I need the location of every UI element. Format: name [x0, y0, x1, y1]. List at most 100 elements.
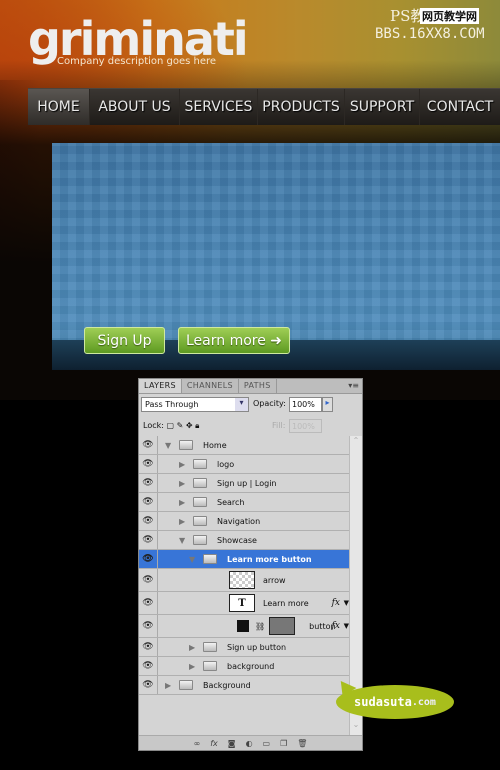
- blend-mode-select[interactable]: Pass Through ▾: [141, 397, 249, 412]
- folder-icon: [193, 478, 207, 488]
- lock-transparency-icon[interactable]: ▢: [166, 421, 174, 430]
- triangle-right-icon[interactable]: ▶: [189, 643, 199, 652]
- layer-row[interactable]: 👁︎ T Learn more fx ▼: [139, 592, 350, 615]
- layer-row[interactable]: 👁︎ ⛓ button fx ▼: [139, 615, 350, 638]
- new-group-icon[interactable]: ▭: [263, 739, 271, 748]
- lock-all-icon[interactable]: 🔒︎: [195, 421, 199, 430]
- lock-move-icon[interactable]: ✥: [186, 421, 193, 430]
- fx-icon[interactable]: fx: [210, 739, 218, 748]
- eye-icon[interactable]: 👁︎: [139, 455, 158, 473]
- nav-products[interactable]: PRODUCTS: [258, 89, 345, 125]
- badge-text: sudasuta: [354, 695, 412, 709]
- mask-icon[interactable]: ◙: [228, 739, 236, 748]
- lock-controls: Lock: ▢ ✎ ✥ 🔒︎: [143, 421, 199, 431]
- folder-icon: [203, 661, 217, 671]
- lock-label: Lock:: [143, 421, 164, 430]
- layer-row[interactable]: 👁︎ arrow: [139, 569, 350, 592]
- link-icon[interactable]: ∞: [194, 739, 201, 748]
- eye-icon[interactable]: 👁︎: [139, 657, 158, 675]
- eye-icon[interactable]: 👁︎: [139, 436, 158, 454]
- watermark: 网页教学网: [420, 8, 479, 24]
- layer-row[interactable]: 👁︎ ▶ Sign up | Login: [139, 474, 350, 493]
- layer-row[interactable]: 👁︎ ▼ Learn more button: [139, 550, 350, 569]
- badge-suffix: .com: [411, 696, 436, 708]
- tagline: Company description goes here: [57, 56, 217, 67]
- layers-panel: LAYERS CHANNELS PATHS ▾≡ Pass Through ▾ O…: [138, 378, 363, 751]
- nav-home[interactable]: HOME: [28, 89, 90, 125]
- fx-icon[interactable]: fx: [332, 598, 340, 608]
- layer-name: background: [227, 661, 275, 671]
- layer-list: 👁︎ ▼ Home 👁︎ ▶ logo 👁︎ ▶ Sign up | Login 👁︎ ▶ Searc…: [139, 436, 350, 695]
- layer-row[interactable]: 👁︎ ▶ Search: [139, 493, 350, 512]
- panel-menu-icon[interactable]: ▾≡: [348, 381, 359, 390]
- eye-icon[interactable]: 👁︎: [139, 531, 158, 549]
- new-layer-icon[interactable]: ❐: [280, 739, 287, 748]
- fx-icon[interactable]: fx: [332, 621, 340, 631]
- triangle-right-icon[interactable]: ▶: [179, 498, 189, 507]
- triangle-right-icon[interactable]: ▶: [179, 517, 189, 526]
- adjustment-icon[interactable]: ◐: [246, 739, 253, 748]
- eye-icon[interactable]: 👁︎: [139, 592, 158, 614]
- layer-name: arrow: [263, 575, 286, 585]
- eye-icon[interactable]: 👁︎: [139, 569, 158, 591]
- layer-row[interactable]: 👁︎ ▶ background: [139, 657, 350, 676]
- sign-up-button[interactable]: Sign Up: [84, 327, 165, 354]
- eye-icon[interactable]: 👁︎: [139, 676, 158, 694]
- triangle-right-icon[interactable]: ▶: [189, 662, 199, 671]
- blend-mode-value: Pass Through: [145, 400, 199, 409]
- tab-channels[interactable]: CHANNELS: [182, 379, 239, 393]
- opacity-input[interactable]: 100%: [289, 397, 322, 412]
- layer-row[interactable]: 👁︎ ▶ Background: [139, 676, 350, 695]
- layer-row[interactable]: 👁︎ ▶ Navigation: [139, 512, 350, 531]
- folder-icon: [193, 497, 207, 507]
- nav-about[interactable]: ABOUT US: [90, 89, 180, 125]
- nav-contact[interactable]: CONTACT: [420, 89, 500, 125]
- showcase-banner: Sign Up Learn more ➜: [52, 143, 500, 370]
- eye-icon[interactable]: 👁︎: [139, 474, 158, 492]
- nav-services[interactable]: SERVICES: [180, 89, 258, 125]
- sudasuta-badge: sudasuta .com: [336, 685, 454, 719]
- layer-name: Learn more button: [227, 554, 312, 564]
- triangle-right-icon[interactable]: ▶: [179, 460, 189, 469]
- arrow-right-icon: ➜: [270, 332, 283, 349]
- folder-icon: [193, 516, 207, 526]
- eye-icon[interactable]: 👁︎: [139, 550, 158, 568]
- folder-icon: [179, 440, 193, 450]
- triangle-down-icon[interactable]: ▼: [165, 441, 175, 450]
- layer-name: Navigation: [217, 516, 261, 526]
- layer-name: Sign up | Login: [217, 478, 277, 488]
- nav-support[interactable]: SUPPORT: [345, 89, 420, 125]
- eye-icon[interactable]: 👁︎: [139, 638, 158, 656]
- layer-name: Showcase: [217, 535, 257, 545]
- lock-brush-icon[interactable]: ✎: [177, 421, 184, 430]
- layer-name: logo: [217, 459, 235, 469]
- chevron-down-icon: ▾: [235, 398, 248, 411]
- triangle-right-icon[interactable]: ▶: [179, 479, 189, 488]
- eye-icon[interactable]: 👁︎: [139, 615, 158, 637]
- folder-icon: [203, 642, 217, 652]
- layer-row[interactable]: 👁︎ ▶ Sign up button: [139, 638, 350, 657]
- triangle-down-icon[interactable]: ▼: [189, 555, 199, 564]
- panel-footer: ∞ fx ◙ ◐ ▭ ❐ 🗑︎: [139, 735, 362, 750]
- folder-icon: [193, 459, 207, 469]
- layer-row[interactable]: 👁︎ ▼ Home: [139, 436, 350, 455]
- learn-more-label: Learn more: [185, 332, 266, 349]
- trash-icon[interactable]: 🗑︎: [297, 739, 307, 748]
- tab-layers[interactable]: LAYERS: [139, 379, 182, 393]
- fill-label: Fill:: [272, 421, 286, 430]
- fill-input[interactable]: 100%: [289, 419, 322, 433]
- eye-icon[interactable]: 👁︎: [139, 493, 158, 511]
- layer-name: Home: [203, 440, 227, 450]
- layer-row[interactable]: 👁︎ ▶ logo: [139, 455, 350, 474]
- learn-more-button[interactable]: Learn more ➜: [178, 327, 290, 354]
- triangle-down-icon[interactable]: ▼: [179, 536, 189, 545]
- layer-name: Background: [203, 680, 251, 690]
- tab-paths[interactable]: PATHS: [239, 379, 277, 393]
- opacity-slider-arrow[interactable]: ▸: [322, 397, 333, 412]
- layer-name: Learn more: [263, 598, 309, 608]
- triangle-right-icon[interactable]: ▶: [165, 681, 175, 690]
- mask-thumbnail: [269, 617, 296, 635]
- eye-icon[interactable]: 👁︎: [139, 512, 158, 530]
- layer-row[interactable]: 👁︎ ▼ Showcase: [139, 531, 350, 550]
- text-layer-icon: T: [229, 594, 255, 612]
